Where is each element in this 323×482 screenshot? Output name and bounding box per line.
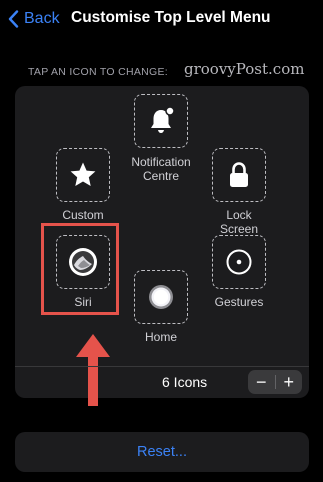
slot-label-custom: Custom [62,208,104,222]
watermark: groovyPost.com [184,60,305,78]
slot-label-home: Home [144,330,177,344]
lock-label-line1: Lock [226,208,252,222]
reset-button[interactable]: Reset... [15,432,309,472]
notification-label-line2: Centre [142,169,180,183]
decrement-button[interactable]: − [248,370,275,394]
gestures-icon [226,249,252,275]
home-icon [149,285,173,309]
nav-bar: Back Customise Top Level Menu [0,0,323,38]
lock-label-line2: Screen [219,222,259,236]
icons-count: 6 Icons [162,374,208,390]
star-icon [70,162,96,186]
slot-label-notification: Notification Centre [106,155,216,183]
slot-gestures[interactable] [212,235,266,289]
slot-notification-centre[interactable] [134,94,188,148]
lock-icon [230,162,248,187]
slot-lock-screen[interactable] [212,148,266,202]
section-header: TAP AN ICON TO CHANGE: [28,66,169,78]
slot-label-gestures: Gestures [214,295,264,309]
screen: Back Customise Top Level Menu TAP AN ICO… [0,0,323,482]
highlight-box [41,223,119,315]
chevron-left-icon [8,10,19,28]
increment-button[interactable]: + [276,370,303,394]
arrow-up-icon [76,334,110,406]
back-button[interactable]: Back [8,8,60,30]
back-label: Back [24,10,60,27]
slot-custom[interactable] [56,148,110,202]
icons-stepper[interactable]: − + [248,370,302,394]
slot-home[interactable] [134,270,188,324]
page-title: Customise Top Level Menu [71,9,271,26]
bell-icon [151,106,175,133]
slot-label-lock: Lock Screen [184,208,294,236]
divider [15,366,309,367]
notification-label-line1: Notification [131,155,191,169]
